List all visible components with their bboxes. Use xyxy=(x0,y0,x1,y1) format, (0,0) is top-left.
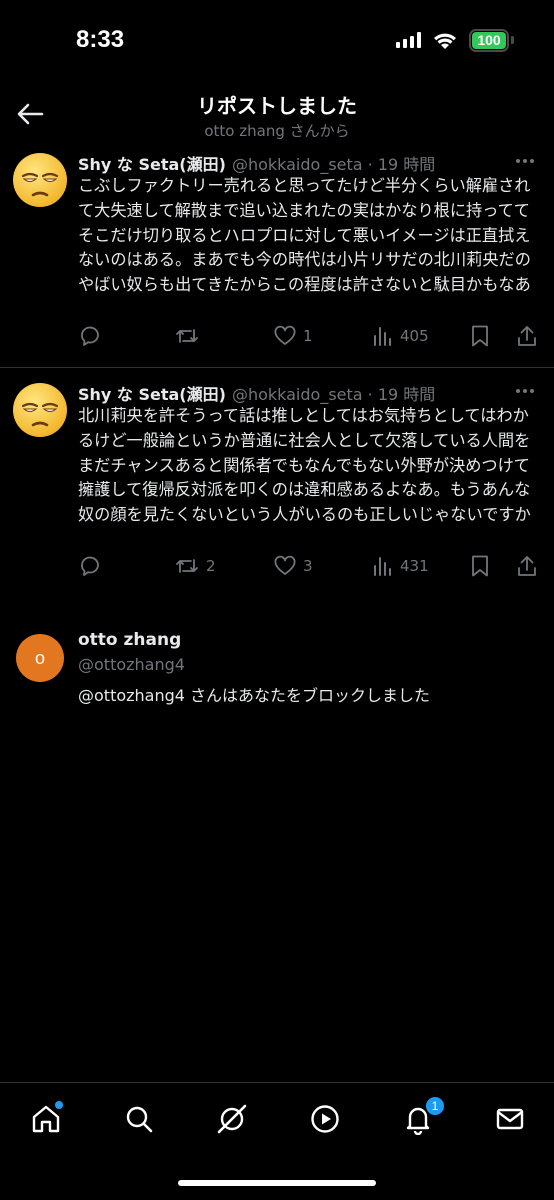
tab-home[interactable] xyxy=(26,1099,66,1139)
more-options-icon[interactable] xyxy=(516,159,534,163)
repost-button[interactable] xyxy=(174,324,206,348)
bookmark-icon xyxy=(472,555,488,577)
views-chart-icon xyxy=(374,557,391,576)
status-time: 8:33 xyxy=(76,26,125,53)
heart-icon xyxy=(274,325,296,345)
tab-messages[interactable] xyxy=(490,1099,530,1139)
battery-icon: 100 xyxy=(469,29,509,52)
share-button[interactable] xyxy=(516,324,538,348)
unamused-face-avatar[interactable] xyxy=(12,152,68,208)
view-count: 431 xyxy=(400,557,429,575)
post-text: こぶしファクトリー売れると思ってたけど半分くらい解雇されて大失速して解散まで追い… xyxy=(78,176,531,295)
status-bar: 8:33 100 xyxy=(0,0,554,80)
bookmark-button[interactable] xyxy=(470,324,490,348)
video-icon xyxy=(311,1105,339,1133)
views-button[interactable]: 431 xyxy=(372,554,429,578)
blocked-user-handle[interactable]: @ottozhang4 xyxy=(78,655,185,674)
messages-icon xyxy=(496,1108,524,1130)
post-header: Shy な Seta(瀬田) @hokkaido_seta · 19 時間 xyxy=(78,151,435,175)
reply-button[interactable] xyxy=(78,324,108,348)
post-actions: 1 405 xyxy=(78,324,544,354)
more-options-icon[interactable] xyxy=(516,389,534,393)
battery-level: 100 xyxy=(472,32,506,49)
page-title: リポストしました xyxy=(197,94,357,118)
like-count: 1 xyxy=(303,327,313,345)
share-button[interactable] xyxy=(516,554,538,578)
post-text: 北川莉央を許そうって話は推しとしてはお気持ちとしてはわかるけど一般論というか普通… xyxy=(78,406,531,525)
grok-icon xyxy=(217,1104,247,1134)
page-subtitle: otto zhang さんから xyxy=(204,122,350,140)
home-indicator[interactable] xyxy=(178,1180,376,1186)
wifi-icon xyxy=(434,33,456,49)
tab-search[interactable] xyxy=(119,1099,159,1139)
author-handle[interactable]: @hokkaido_seta xyxy=(232,155,363,174)
repost-count: 2 xyxy=(206,557,216,575)
author-name[interactable]: Shy な Seta(瀬田) xyxy=(78,155,226,174)
repost-icon xyxy=(176,559,198,573)
author-handle[interactable]: @hokkaido_seta xyxy=(232,385,363,404)
unamused-face-avatar[interactable] xyxy=(12,382,68,438)
blocked-message: @ottozhang4 さんはあなたをブロックしました xyxy=(78,686,431,705)
reply-icon xyxy=(81,326,99,346)
bookmark-button[interactable] xyxy=(470,554,490,578)
author-name[interactable]: Shy な Seta(瀬田) xyxy=(78,385,226,404)
notifications-badge: 1 xyxy=(425,1096,445,1116)
header: リポストしました otto zhang さんから xyxy=(0,80,554,146)
post-time: · 19 時間 xyxy=(367,385,436,404)
search-icon xyxy=(126,1106,153,1133)
post-header: Shy な Seta(瀬田) @hokkaido_seta · 19 時間 xyxy=(78,381,435,405)
post-divider xyxy=(0,367,554,368)
repost-button[interactable]: 2 xyxy=(174,554,216,578)
bookmark-icon xyxy=(472,325,488,347)
like-button[interactable]: 3 xyxy=(273,554,313,578)
reply-button[interactable] xyxy=(78,554,108,578)
share-icon xyxy=(518,556,536,576)
avatar[interactable]: o xyxy=(16,634,64,682)
reply-icon xyxy=(81,556,99,576)
blocked-user-name[interactable]: otto zhang xyxy=(78,630,181,650)
tab-notifications[interactable]: 1 xyxy=(398,1096,445,1139)
views-button[interactable]: 405 xyxy=(372,324,429,348)
post-actions: 2 3 431 xyxy=(78,554,544,584)
share-icon xyxy=(518,326,536,346)
view-count: 405 xyxy=(400,327,429,345)
heart-icon xyxy=(274,555,296,575)
home-unread-dot xyxy=(55,1101,63,1109)
post-time: · 19 時間 xyxy=(367,155,436,174)
tab-video[interactable] xyxy=(305,1099,345,1139)
cellular-signal-icon xyxy=(396,32,421,48)
like-count: 3 xyxy=(303,557,313,575)
tab-grok[interactable] xyxy=(212,1099,252,1139)
views-chart-icon xyxy=(374,327,391,346)
battery-nub xyxy=(511,36,514,44)
repost-icon xyxy=(176,329,198,343)
like-button[interactable]: 1 xyxy=(273,324,313,348)
